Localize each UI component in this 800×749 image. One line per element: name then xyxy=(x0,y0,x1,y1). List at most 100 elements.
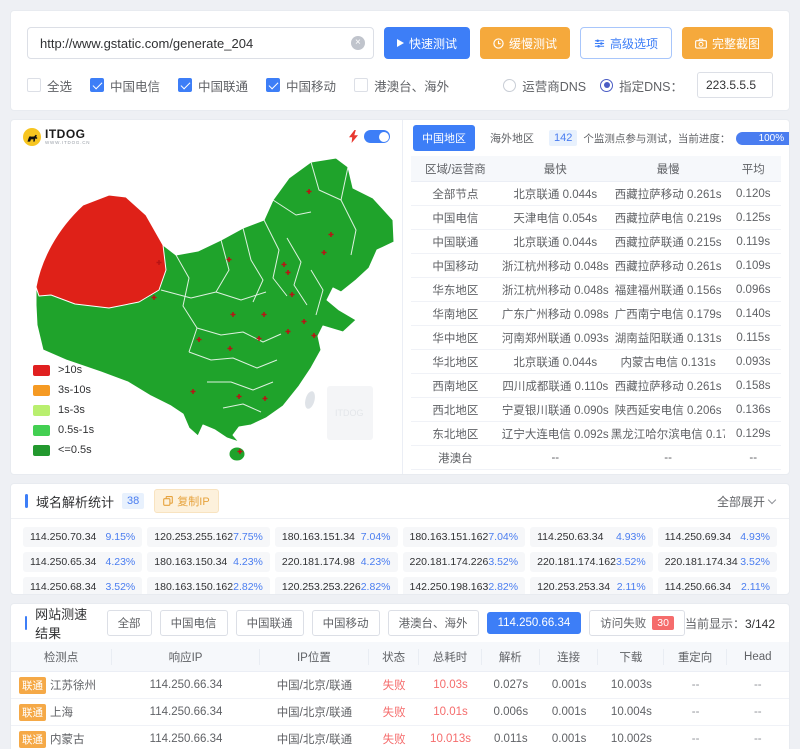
dns-ip-cell[interactable]: 220.181.174.34 3.52% xyxy=(658,552,777,572)
dns-radio-group: 运营商DNS 指定DNS： xyxy=(503,72,773,98)
download-time: 10.004s xyxy=(598,706,664,718)
dns-ip-grid: 114.250.70.34 9.15% 120.253.255.162 7.75… xyxy=(11,519,789,595)
checkbox-box-icon[interactable] xyxy=(90,78,104,92)
isp-checkbox-group: 全选 中国电信 中国联通 中国移动 xyxy=(27,76,449,95)
tab-china-region[interactable]: 中国地区 xyxy=(413,125,475,151)
col-redirect: 重定向 xyxy=(664,649,726,665)
radio-circle-icon[interactable] xyxy=(600,79,613,92)
results-filter-tab[interactable]: 中国移动 xyxy=(312,610,380,636)
region-table-row[interactable]: 港澳台 -- -- -- xyxy=(411,446,781,470)
full-screenshot-button[interactable]: 完整截图 xyxy=(682,27,773,59)
dns-ip-cell[interactable]: 180.163.151.34 7.04% xyxy=(275,527,398,547)
copy-ip-button[interactable]: 复制IP xyxy=(154,489,218,513)
slowest-value: -- xyxy=(611,452,726,464)
isp-checkbox[interactable]: 中国联通 xyxy=(178,76,248,95)
dns-ip-cell[interactable]: 180.163.150.162 2.82% xyxy=(147,577,270,595)
checkbox-box-icon[interactable] xyxy=(178,78,192,92)
custom-dns-radio[interactable]: 指定DNS： xyxy=(600,76,683,95)
dns-server-input[interactable] xyxy=(697,72,773,98)
map-toggle-switch[interactable] xyxy=(364,130,390,143)
checkbox-box-icon[interactable] xyxy=(27,78,41,92)
dns-stats-title: 域名解析统计 xyxy=(36,492,114,511)
region-table-row[interactable]: 东北地区 辽宁大连电信 0.092s 黑龙江哈尔滨电信 0.179s 0.129… xyxy=(411,422,781,446)
fastest-value: 北京联通 0.044s xyxy=(500,186,611,202)
region-table-row[interactable]: 华南地区 广东广州移动 0.098s 广西南宁电信 0.179s 0.140s xyxy=(411,302,781,326)
region-table-row[interactable]: 华中地区 河南郑州联通 0.093s 湖南益阳联通 0.131s 0.115s xyxy=(411,326,781,350)
checkbox-box-icon[interactable] xyxy=(266,78,280,92)
ip-location: 中国/北京/联通 xyxy=(260,731,369,747)
hainan-island[interactable] xyxy=(229,447,245,461)
dns-ip-cell[interactable]: 114.250.70.34 9.15% xyxy=(23,527,142,547)
results-filter-tab[interactable]: 114.250.66.34 xyxy=(487,612,582,634)
dns-ip-cell[interactable]: 220.181.174.226 3.52% xyxy=(403,552,526,572)
quick-test-button[interactable]: 快速测试 xyxy=(384,27,470,59)
region-table-row[interactable]: 华北地区 北京联通 0.044s 内蒙古电信 0.131s 0.093s xyxy=(411,350,781,374)
isp-checkbox[interactable]: 中国移动 xyxy=(266,76,336,95)
isp-checkbox[interactable]: 港澳台、海外 xyxy=(354,76,449,95)
average-value: 0.115s xyxy=(725,332,781,344)
isp-checkbox[interactable]: 全选 xyxy=(27,76,72,95)
region-table-row[interactable]: 西北地区 宁夏银川联通 0.090s 陕西延安电信 0.206s 0.136s xyxy=(411,398,781,422)
isp-checkbox[interactable]: 中国电信 xyxy=(90,76,160,95)
ip-address: 142.250.198.163 xyxy=(410,581,489,593)
region-table-row[interactable]: 华东地区 浙江杭州移动 0.048s 福建福州联通 0.156s 0.096s xyxy=(411,278,781,302)
advanced-options-button[interactable]: 高级选项 xyxy=(580,27,672,59)
dns-ip-cell[interactable]: 120.253.253.34 2.11% xyxy=(530,577,653,595)
dns-ip-cell[interactable]: 180.163.150.34 4.23% xyxy=(147,552,270,572)
logo-subtext: WWW.ITDOG.CN xyxy=(45,140,90,145)
dns-count-badge: 38 xyxy=(122,493,144,509)
dns-ip-cell[interactable]: 180.163.151.162 7.04% xyxy=(403,527,526,547)
results-table-row[interactable]: 联通 上海 114.250.66.34 中国/北京/联通 失败 10.01s 0… xyxy=(11,699,789,726)
region-table-row[interactable]: 中国移动 浙江杭州移动 0.048s 西藏拉萨移动 0.261s 0.109s xyxy=(411,254,781,278)
slowest-value: 黑龙江哈尔滨电信 0.179s xyxy=(611,426,726,442)
results-filter-tab[interactable]: 中国联通 xyxy=(236,610,304,636)
region-table-row[interactable]: 中国联通 北京联通 0.044s 西藏拉萨联通 0.215s 0.119s xyxy=(411,230,781,254)
dns-ip-cell[interactable]: 114.250.69.34 4.93% xyxy=(658,527,777,547)
redirect-value: -- xyxy=(664,733,726,745)
node-name: 上海 xyxy=(50,704,73,720)
results-filter-tab[interactable]: 访问失败 30 xyxy=(589,610,685,636)
dns-ip-cell[interactable]: 142.250.198.163 2.82% xyxy=(403,577,526,595)
col-connect: 连接 xyxy=(540,649,598,665)
ip-percentage: 3.52% xyxy=(106,581,136,593)
lightning-icon[interactable] xyxy=(349,130,358,143)
dns-ip-cell[interactable]: 120.253.255.162 7.75% xyxy=(147,527,270,547)
dns-ip-cell[interactable]: 114.250.65.34 4.23% xyxy=(23,552,142,572)
clear-url-icon[interactable]: × xyxy=(351,36,365,50)
dns-ip-cell[interactable]: 114.250.63.34 4.93% xyxy=(530,527,653,547)
checkbox-box-icon[interactable] xyxy=(354,78,368,92)
average-value: -- xyxy=(725,452,781,464)
results-filter-tab[interactable]: 全部 xyxy=(107,610,152,636)
connect-time: 0.001s xyxy=(540,706,598,718)
slow-test-button[interactable]: 缓慢测试 xyxy=(480,27,570,59)
ip-address: 120.253.255.162 xyxy=(154,531,233,543)
results-filter-tab[interactable]: 中国电信 xyxy=(160,610,228,636)
dns-ip-cell[interactable]: 114.250.68.34 3.52% xyxy=(23,577,142,595)
results-filter-tab[interactable]: 港澳台、海外 xyxy=(388,610,479,636)
dns-time: 0.011s xyxy=(482,733,540,745)
download-time: 10.002s xyxy=(598,733,664,745)
xinjiang-region-red[interactable] xyxy=(36,195,166,308)
url-input[interactable] xyxy=(27,27,374,59)
ip-percentage: 4.93% xyxy=(616,531,646,543)
results-table-row[interactable]: 联通 江苏徐州 114.250.66.34 中国/北京/联通 失败 10.03s… xyxy=(11,672,789,699)
isp-dns-radio[interactable]: 运营商DNS xyxy=(503,76,586,95)
region-table-row[interactable]: 全部节点 北京联通 0.044s 西藏拉萨移动 0.261s 0.120s xyxy=(411,182,781,206)
ip-address: 114.250.69.34 xyxy=(665,531,731,543)
tab-overseas-region[interactable]: 海外地区 xyxy=(481,125,543,151)
dns-ip-cell[interactable]: 220.181.174.162 3.52% xyxy=(530,552,653,572)
dns-ip-cell[interactable]: 120.253.253.226 2.82% xyxy=(275,577,398,595)
dog-logo-icon xyxy=(23,128,41,146)
region-table-row[interactable]: 中国电信 天津电信 0.054s 西藏拉萨电信 0.219s 0.125s xyxy=(411,206,781,230)
dns-ip-cell[interactable]: 220.181.174.98 4.23% xyxy=(275,552,398,572)
dns-ip-cell[interactable]: 114.250.66.34 2.11% xyxy=(658,577,777,595)
checkbox-label: 港澳台、海外 xyxy=(374,76,449,95)
region-name: 西南地区 xyxy=(411,378,500,394)
expand-all-button[interactable]: 全部展开 xyxy=(717,493,775,510)
taiwan-island[interactable] xyxy=(303,390,316,410)
region-table: 区域/运营商 最快 最慢 平均 全部节点 北京联通 0.044s 西藏拉萨移动 … xyxy=(411,156,781,470)
slowest-value: 福建福州联通 0.156s xyxy=(611,282,726,298)
results-table-row[interactable]: 联通 内蒙古 114.250.66.34 中国/北京/联通 失败 10.013s… xyxy=(11,726,789,749)
radio-circle-icon[interactable] xyxy=(503,79,516,92)
region-table-row[interactable]: 西南地区 四川成都联通 0.110s 西藏拉萨移动 0.261s 0.158s xyxy=(411,374,781,398)
